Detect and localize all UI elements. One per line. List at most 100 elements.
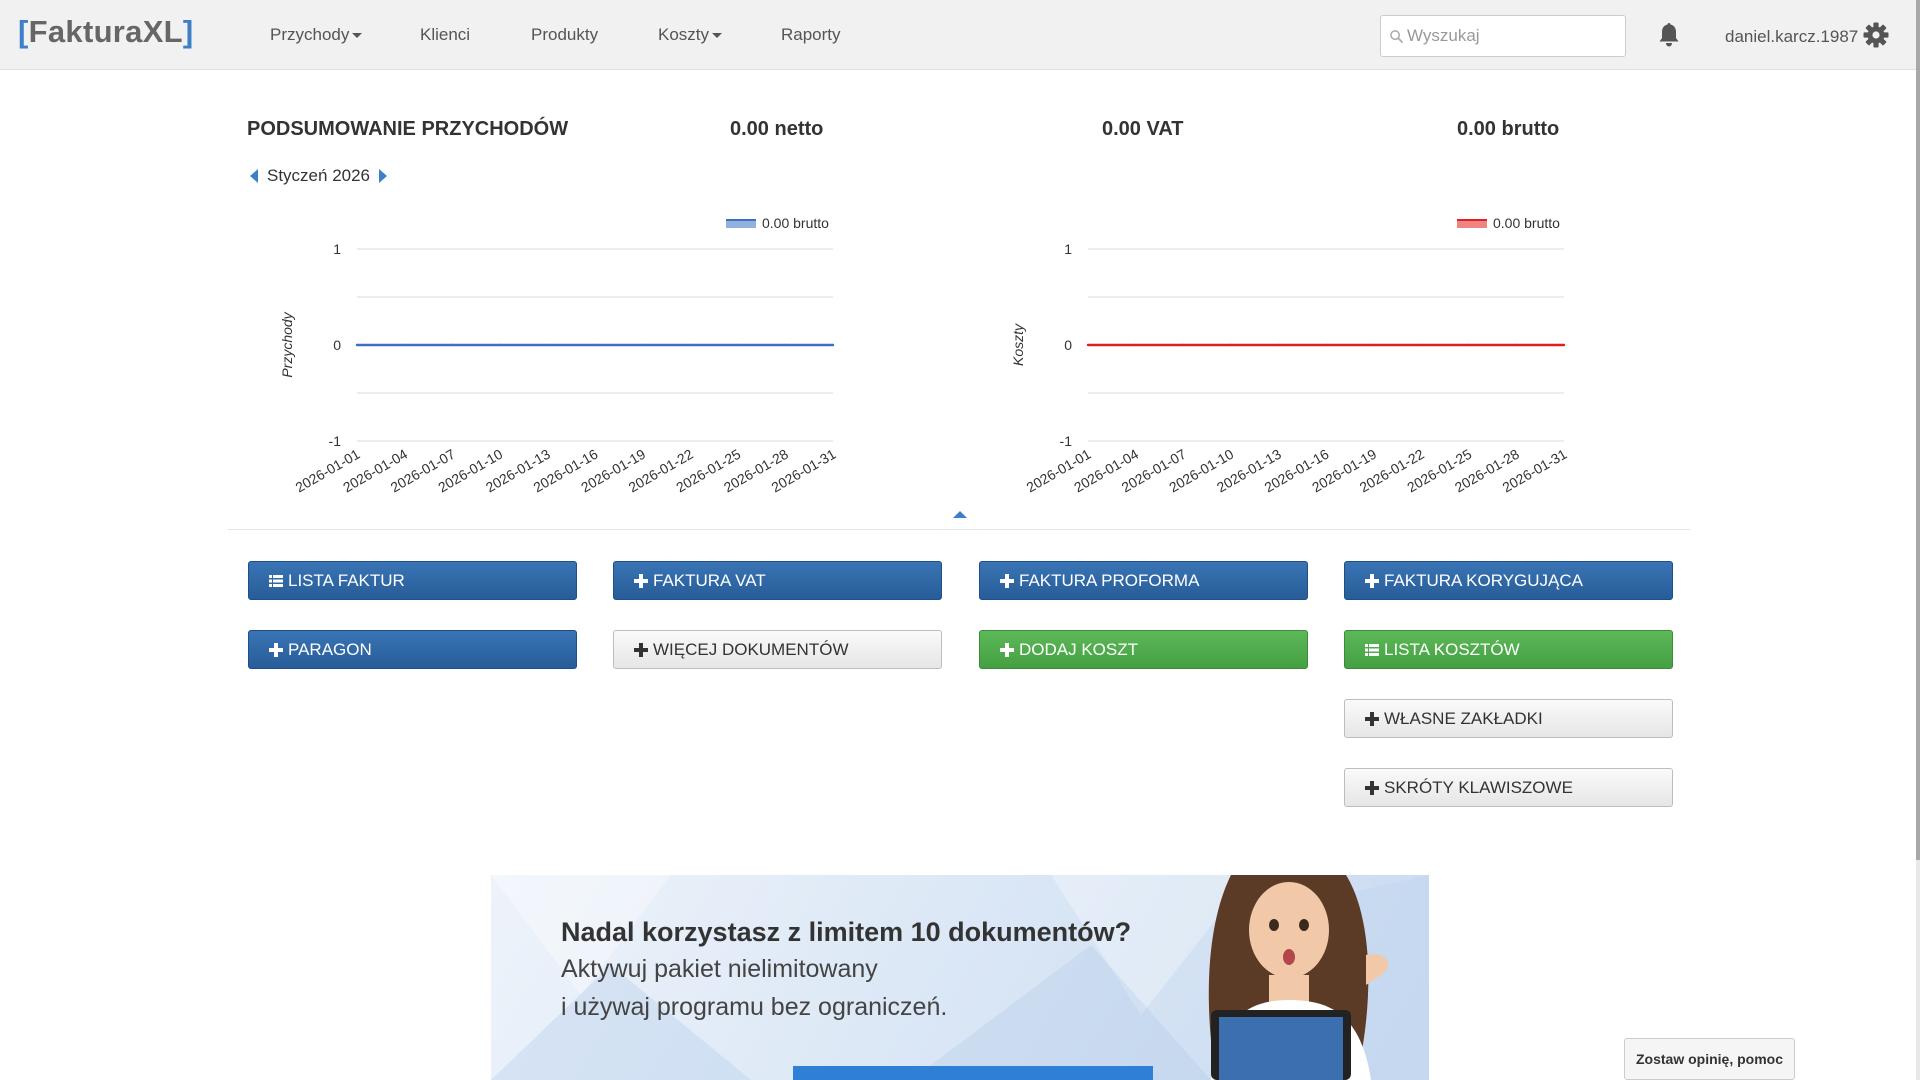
nav-raporty[interactable]: Raporty — [781, 25, 841, 45]
y-axis-label: Przychody — [279, 311, 295, 377]
faktura-vat-label: FAKTURA VAT — [653, 570, 766, 590]
legend-swatch — [726, 220, 756, 228]
summary-brutto: 0.00 brutto — [1457, 118, 1560, 140]
data-point — [546, 343, 549, 347]
banner-headline: Nadal korzystasz z limitem 10 dokumentów… — [561, 917, 1132, 947]
promo-banner[interactable]: Nadal korzystasz z limitem 10 dokumentów… — [491, 875, 1429, 1080]
search-box — [1380, 15, 1626, 57]
y-tick-label: 0 — [1064, 337, 1072, 353]
nav-produkty[interactable]: Produkty — [531, 25, 598, 45]
nav-produkty-label: Produkty — [531, 25, 599, 44]
scrollbar-thumb[interactable] — [1916, 0, 1920, 860]
collapse-up-icon[interactable] — [953, 511, 967, 518]
cost-chart: 1 0 -1 Koszty 2026-01-01 2026-01-04 2026-01-07… — [981, 200, 1581, 510]
faktura-proforma-button[interactable]: FAKTURA PROFORMA — [979, 561, 1308, 600]
brand-bracket-open: [ — [18, 14, 29, 49]
data-point — [1277, 343, 1280, 347]
nav-klienci-label: Klienci — [420, 25, 471, 44]
data-point — [689, 343, 692, 347]
data-point — [736, 343, 739, 347]
lista-faktur-label: LISTA FAKTUR — [288, 570, 405, 590]
data-point — [1229, 343, 1232, 347]
skroty-klawiszowe-button[interactable]: SKRÓTY KLAWISZOWE — [1344, 768, 1673, 807]
plus-icon — [634, 642, 648, 657]
list-icon — [1365, 643, 1379, 656]
data-point — [1086, 343, 1090, 347]
plus-icon — [1000, 642, 1014, 657]
summary-netto: 0.00 netto — [730, 118, 824, 140]
wiecej-dokumentow-button[interactable]: WIĘCEJ DOKUMENTÓW — [613, 630, 942, 669]
data-point — [641, 343, 644, 347]
nav-klienci[interactable]: Klienci — [420, 25, 470, 45]
data-point — [498, 343, 501, 347]
brand-logo[interactable]: [FakturaXL] — [18, 14, 194, 50]
lista-faktur-button[interactable]: LISTA FAKTUR — [248, 561, 577, 600]
nav-koszty[interactable]: Koszty — [658, 25, 723, 45]
feedback-button[interactable]: Zostaw opinię, pomoc — [1624, 1038, 1795, 1080]
lista-kosztow-button[interactable]: LISTA KOSZTÓW — [1344, 630, 1673, 669]
data-point — [831, 343, 835, 347]
income-chart: 1 0 -1 Przychody 2026-01-01 2026-01-04 2026-01… — [250, 200, 850, 510]
y-tick-label: 1 — [333, 241, 341, 257]
prev-month-icon[interactable] — [250, 169, 258, 183]
data-point — [451, 343, 454, 347]
faktura-korygujaca-button[interactable]: FAKTURA KORYGUJĄCA — [1344, 561, 1673, 600]
caret-down-icon — [712, 33, 723, 39]
wlasne-zakladki-button[interactable]: WŁASNE ZAKŁADKI — [1344, 699, 1673, 738]
banner-cta-button[interactable] — [793, 1066, 1153, 1080]
plus-icon — [1365, 711, 1379, 726]
search-input[interactable] — [1407, 16, 1621, 56]
wlasne-zakladki-label: WŁASNE ZAKŁADKI — [1384, 708, 1543, 728]
dodaj-koszt-button[interactable]: DODAJ KOSZT — [979, 630, 1308, 669]
cost-chart-svg: 10-1Koszty2026-01-012026-01-042026-01-07… — [1010, 215, 1570, 495]
lista-kosztow-label: LISTA KOSZTÓW — [1384, 639, 1520, 659]
y-axis-label: Koszty — [1010, 323, 1026, 366]
plus-icon — [634, 573, 648, 588]
legend-swatch — [1457, 220, 1487, 228]
faktura-proforma-label: FAKTURA PROFORMA — [1019, 570, 1200, 590]
skroty-klawiszowe-label: SKRÓTY KLAWISZOWE — [1384, 777, 1573, 797]
y-tick-label: 1 — [1064, 241, 1072, 257]
divider — [228, 529, 1690, 530]
top-navbar: [FakturaXL] Przychody Klienci Produkty K… — [0, 0, 1916, 70]
gear-icon[interactable] — [1863, 22, 1889, 48]
data-point — [1134, 343, 1137, 347]
data-point — [1467, 343, 1470, 347]
summary-vat: 0.00 VAT — [1102, 118, 1184, 140]
banner-line-3: i używaj programu bez ograniczeń. — [561, 993, 948, 1021]
bell-icon[interactable] — [1656, 21, 1682, 49]
data-point — [355, 343, 359, 347]
income-chart-svg: 10-1Przychody2026-01-012026-01-042026-01… — [279, 215, 839, 495]
paragon-button[interactable]: PARAGON — [248, 630, 577, 669]
nav-przychody[interactable]: Przychody — [270, 25, 363, 45]
plus-icon — [1365, 780, 1379, 795]
data-point — [1515, 343, 1518, 347]
plus-icon — [269, 642, 283, 657]
faktura-vat-button[interactable]: FAKTURA VAT — [613, 561, 942, 600]
next-month-icon[interactable] — [379, 169, 388, 183]
username[interactable]: daniel.karcz.1987 — [1725, 27, 1858, 47]
data-point — [403, 343, 406, 347]
y-tick-label: 0 — [333, 337, 341, 353]
legend-label: 0.00 brutto — [1493, 215, 1560, 231]
y-tick-label: -1 — [329, 433, 342, 449]
nav-koszty-label: Koszty — [658, 25, 710, 44]
data-point — [593, 343, 597, 347]
brand-bracket-close: ] — [182, 14, 194, 49]
banner-line-2: Aktywuj pakiet nielimitowany — [561, 955, 878, 983]
search-icon — [1390, 30, 1404, 44]
data-point — [1182, 343, 1185, 347]
data-point — [1372, 343, 1375, 347]
data-point — [1562, 343, 1566, 347]
nav-przychody-label: Przychody — [270, 25, 350, 44]
caret-down-icon — [352, 33, 363, 39]
data-point — [784, 343, 787, 347]
paragon-label: PARAGON — [288, 639, 372, 659]
plus-icon — [1365, 573, 1379, 588]
data-point — [1420, 343, 1423, 347]
y-tick-label: -1 — [1060, 433, 1073, 449]
faktura-korygujaca-label: FAKTURA KORYGUJĄCA — [1384, 570, 1584, 590]
brand-name: FakturaXL — [28, 14, 183, 49]
summary-title: PODSUMOWANIE PRZYCHODÓW — [247, 118, 569, 140]
wiecej-dokumentow-label: WIĘCEJ DOKUMENTÓW — [653, 639, 849, 659]
